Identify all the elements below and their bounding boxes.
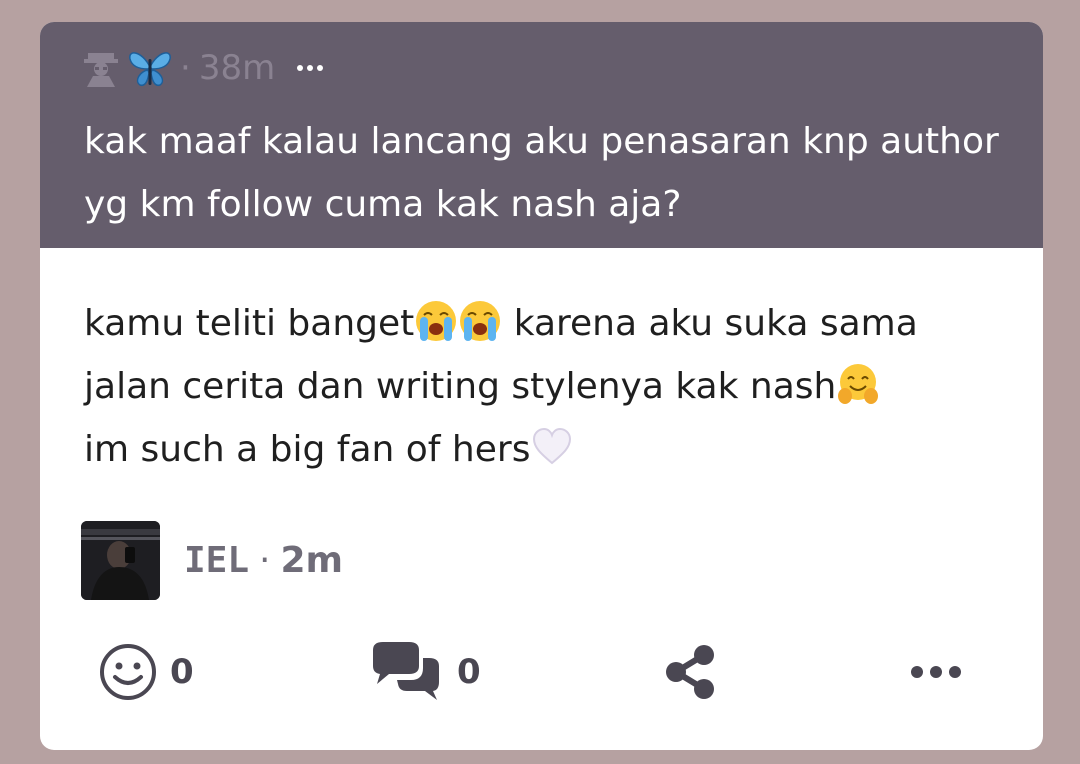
more-icon	[911, 666, 961, 678]
question-text: kak maaf kalau lancang aku penasaran knp…	[84, 121, 999, 225]
answer-line-1-text-a: kamu teliti banget	[84, 303, 415, 344]
comment-button[interactable]: 0	[367, 640, 481, 704]
answer-line-1-text-b: karena aku suka sama	[502, 303, 918, 344]
react-button[interactable]: 0	[98, 640, 194, 704]
share-button[interactable]	[662, 640, 720, 704]
answer-text: kamu teliti banget karena aku suka sama …	[84, 292, 1024, 481]
question-meta: · 38m	[84, 46, 324, 90]
comments-icon	[373, 642, 439, 700]
author-row[interactable]: IEL · 2m	[81, 521, 343, 600]
react-count: 0	[170, 652, 194, 692]
author-time: 2m	[280, 540, 344, 581]
post-card: · 38m kak maaf kalau lancang aku penasar…	[40, 22, 1043, 750]
question-box: · 38m kak maaf kalau lancang aku penasar…	[40, 22, 1043, 248]
action-bar: 0 0	[40, 640, 1043, 704]
avatar-image	[81, 521, 160, 600]
author-name[interactable]: IEL	[184, 540, 249, 581]
avatar[interactable]	[81, 521, 160, 600]
answer-line-1: kamu teliti banget karena aku suka sama	[84, 292, 1024, 355]
hugging-face-icon	[838, 364, 879, 404]
author-separator: ·	[259, 540, 271, 581]
answer-line-2: jalan cerita dan writing stylenya kak na…	[84, 355, 1024, 418]
smiley-icon	[100, 644, 156, 700]
white-heart-icon	[533, 427, 572, 465]
spy-icon	[84, 53, 118, 87]
share-icon	[666, 645, 714, 699]
answer-line-2-text: jalan cerita dan writing stylenya kak na…	[84, 366, 837, 407]
question-more-icon[interactable]	[297, 65, 324, 71]
comment-count: 0	[457, 652, 481, 692]
question-time: 38m	[198, 48, 276, 88]
crying-face-icon	[460, 301, 501, 341]
answer-line-3-text: im such a big fan of hers	[84, 429, 531, 470]
crying-face-icon	[416, 301, 457, 341]
answer-line-3: im such a big fan of hers	[84, 418, 1024, 481]
butterfly-icon	[129, 52, 171, 87]
more-options-button[interactable]	[908, 640, 964, 704]
meta-separator: ·	[180, 48, 191, 88]
